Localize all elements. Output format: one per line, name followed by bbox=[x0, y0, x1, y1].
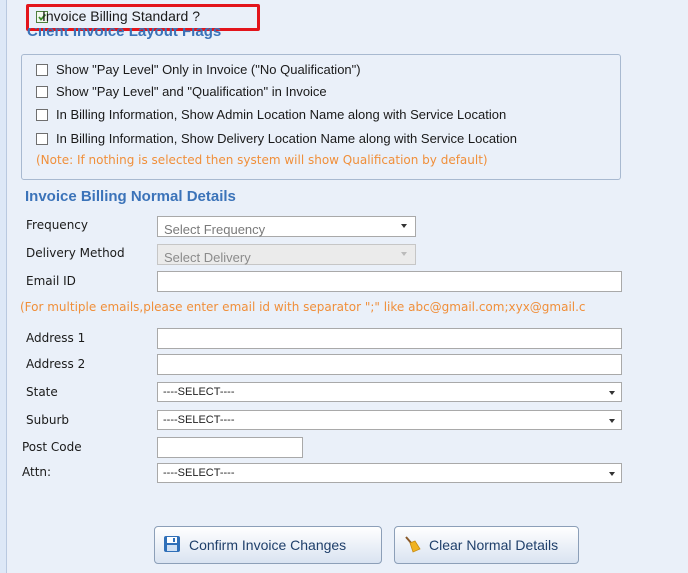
flag-label: Show "Pay Level" Only in Invoice ("No Qu… bbox=[56, 62, 361, 77]
delivery-method-value: Select Delivery bbox=[164, 250, 251, 265]
address2-label: Address 2 bbox=[26, 357, 86, 371]
flag-checkbox[interactable] bbox=[36, 108, 48, 121]
frequency-label: Frequency bbox=[26, 218, 88, 232]
state-label: State bbox=[26, 385, 58, 399]
attn-label: Attn: bbox=[22, 465, 52, 479]
flag-label: In Billing Information, Show Admin Locat… bbox=[56, 107, 507, 122]
flag-label: In Billing Information, Show Delivery Lo… bbox=[56, 131, 518, 146]
broom-icon bbox=[403, 535, 421, 556]
chevron-down-icon bbox=[609, 472, 615, 476]
flag-checkbox[interactable] bbox=[36, 63, 48, 76]
address2-field[interactable] bbox=[157, 354, 622, 375]
chevron-down-icon bbox=[401, 224, 407, 228]
layout-flags-title: Client Invoice Layout Flags bbox=[27, 28, 222, 40]
flags-note: (Note: If nothing is selected then syste… bbox=[36, 153, 488, 167]
attn-select[interactable]: ----SELECT---- bbox=[157, 463, 622, 483]
suburb-label: Suburb bbox=[26, 413, 69, 427]
normal-details-title: Invoice Billing Normal Details bbox=[25, 188, 236, 205]
flag-option-pay-level-and-qualification[interactable]: Show "Pay Level" and "Qualification" in … bbox=[36, 84, 327, 99]
billing-standard-label: Invoice Billing Standard ? bbox=[42, 8, 200, 24]
email-hint: (For multiple emails,please enter email … bbox=[20, 300, 586, 314]
suburb-select[interactable]: ----SELECT---- bbox=[157, 410, 622, 430]
flag-option-admin-location[interactable]: In Billing Information, Show Admin Locat… bbox=[36, 107, 506, 122]
state-select[interactable]: ----SELECT---- bbox=[157, 382, 622, 402]
flag-checkbox[interactable] bbox=[36, 85, 48, 98]
confirm-button-label: Confirm Invoice Changes bbox=[189, 537, 347, 553]
delivery-method-label: Delivery Method bbox=[26, 246, 125, 260]
state-value: ----SELECT---- bbox=[163, 386, 235, 398]
confirm-invoice-changes-button[interactable]: Confirm Invoice Changes bbox=[154, 526, 382, 564]
postcode-label: Post Code bbox=[22, 440, 82, 454]
clear-normal-details-button[interactable]: Clear Normal Details bbox=[394, 526, 579, 564]
postcode-field[interactable] bbox=[157, 437, 303, 458]
email-field[interactable] bbox=[157, 271, 622, 292]
suburb-value: ----SELECT---- bbox=[163, 414, 235, 426]
save-disk-icon bbox=[163, 535, 181, 556]
chevron-down-icon bbox=[401, 252, 407, 256]
email-label: Email ID bbox=[26, 274, 76, 288]
attn-value: ----SELECT---- bbox=[163, 467, 235, 479]
flag-option-delivery-location[interactable]: In Billing Information, Show Delivery Lo… bbox=[36, 131, 517, 146]
delivery-method-dropdown[interactable]: Select Delivery bbox=[157, 244, 416, 265]
flag-option-pay-level-only[interactable]: Show "Pay Level" Only in Invoice ("No Qu… bbox=[36, 62, 361, 77]
flag-label: Show "Pay Level" and "Qualification" in … bbox=[56, 84, 327, 99]
clear-button-label: Clear Normal Details bbox=[429, 537, 559, 553]
address1-field[interactable] bbox=[157, 328, 622, 349]
frequency-dropdown[interactable]: Select Frequency bbox=[157, 216, 416, 237]
chevron-down-icon bbox=[609, 391, 615, 395]
frequency-value: Select Frequency bbox=[164, 222, 266, 237]
address1-label: Address 1 bbox=[26, 331, 86, 345]
flag-checkbox[interactable] bbox=[36, 132, 48, 145]
chevron-down-icon bbox=[609, 419, 615, 423]
